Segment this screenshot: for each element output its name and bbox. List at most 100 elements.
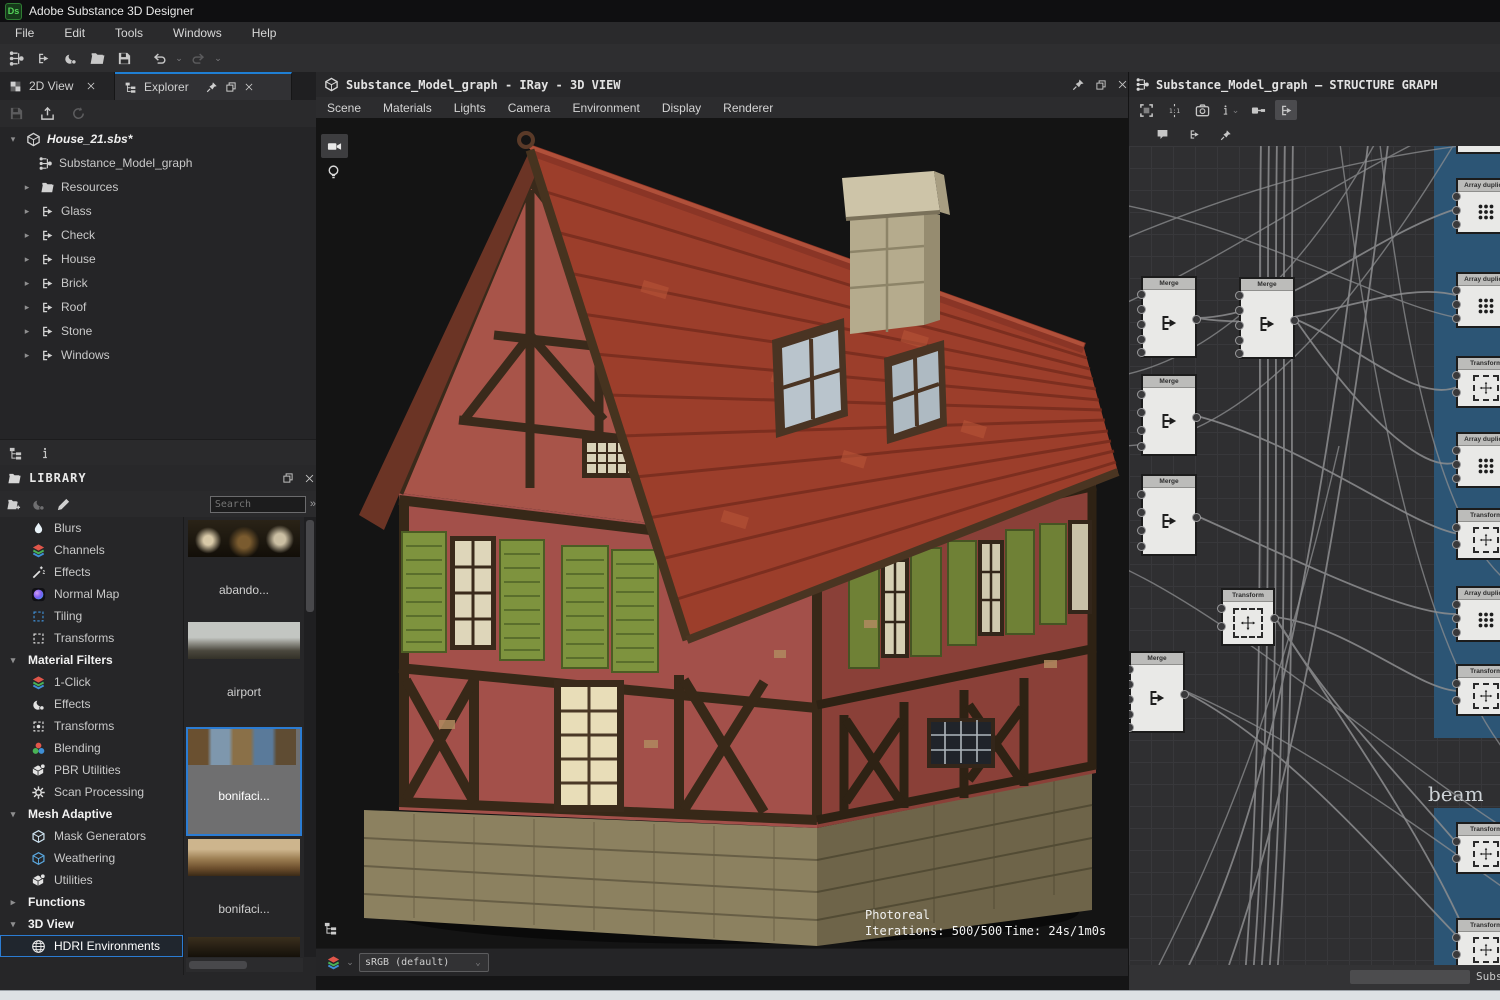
tree-view-icon[interactable]	[8, 446, 23, 461]
menu-camera[interactable]: Camera	[497, 101, 562, 115]
expand-chevron-icon[interactable]	[20, 326, 34, 337]
close-icon[interactable]	[244, 82, 254, 92]
graph-node-transform[interactable]: Transform	[1456, 918, 1500, 965]
thumbnails-vertical-scrollbar[interactable]	[304, 517, 316, 957]
scene-tree-button[interactable]	[323, 921, 338, 936]
graph-node-array[interactable]: Array duplicat	[1456, 272, 1500, 328]
graph-node-array[interactable]: Array duplicat	[1456, 432, 1500, 488]
save-all-button[interactable]	[112, 46, 137, 70]
thumbnail-abandoned[interactable]: abando...	[188, 520, 300, 597]
menu-environment[interactable]: Environment	[561, 101, 650, 115]
menu-scene[interactable]: Scene	[316, 101, 372, 115]
tree-row-brick[interactable]: Brick	[0, 271, 316, 295]
new-package-button[interactable]	[58, 46, 83, 70]
menu-windows[interactable]: Windows	[158, 22, 237, 44]
tree-row-windows[interactable]: Windows	[0, 343, 316, 367]
library-item-transforms[interactable]: Transforms	[0, 627, 183, 649]
new-function-graph-button[interactable]	[31, 46, 56, 70]
menu-display[interactable]: Display	[651, 101, 712, 115]
pin-icon[interactable]	[206, 81, 218, 93]
thumbnails-horizontal-scrollbar[interactable]	[186, 958, 303, 972]
graph-node-transform[interactable]: Transform	[1456, 508, 1500, 560]
graph-node-transform[interactable]: Transform	[1456, 822, 1500, 874]
library-header-material-filters[interactable]: Material Filters	[0, 649, 183, 671]
tree-row-stone[interactable]: Stone	[0, 319, 316, 343]
expand-chevron-icon[interactable]	[20, 254, 34, 265]
filter-icon[interactable]	[31, 497, 46, 512]
expand-chevron-icon[interactable]	[20, 182, 34, 193]
search-input[interactable]	[210, 496, 306, 513]
expand-chevron-icon[interactable]	[20, 206, 34, 217]
graph-node-partial[interactable]	[1456, 146, 1500, 154]
menu-renderer[interactable]: Renderer	[712, 101, 784, 115]
thumbnail-airport[interactable]: airport	[188, 622, 300, 699]
close-icon[interactable]	[86, 81, 96, 91]
menu-lights[interactable]: Lights	[443, 101, 497, 115]
close-icon[interactable]	[304, 473, 315, 484]
collapse-chevron-icon[interactable]	[6, 134, 20, 145]
restore-icon[interactable]	[282, 472, 294, 484]
screenshot-button[interactable]	[1191, 100, 1213, 120]
graph-node-array[interactable]: Array duplicat	[1456, 178, 1500, 234]
library-item-normal-map[interactable]: Normal Map	[0, 583, 183, 605]
tree-row-roof[interactable]: Roof	[0, 295, 316, 319]
library-item-effects-2[interactable]: Effects	[0, 693, 183, 715]
library-header-mesh-adaptive[interactable]: Mesh Adaptive	[0, 803, 183, 825]
redo-history-caret[interactable]: ⌄	[213, 53, 223, 64]
library-item-utilities[interactable]: Utilities	[0, 869, 183, 891]
graph-node-merge[interactable]: Merge	[1239, 277, 1295, 359]
tab-explorer[interactable]: Explorer	[115, 72, 292, 100]
library-item-blurs[interactable]: Blurs	[0, 517, 183, 539]
graph-node-transform[interactable]: Transform	[1456, 356, 1500, 408]
channels-caret-icon[interactable]: ⌄	[345, 957, 355, 968]
info-icon[interactable]	[39, 446, 51, 460]
fit-view-button[interactable]	[1135, 100, 1157, 120]
restore-icon[interactable]	[1095, 79, 1107, 91]
library-item-hdri-environments[interactable]: HDRI Environments	[0, 935, 183, 957]
graph-node-transform[interactable]: Transform	[1221, 588, 1275, 646]
light-bulb-button[interactable]	[325, 164, 342, 181]
3d-viewport[interactable]: Photoreal Iterations: 500/500 Time: 24s/…	[316, 118, 1128, 948]
edit-pencil-icon[interactable]	[56, 497, 71, 512]
graph-node-merge[interactable]: Merge	[1141, 474, 1197, 556]
new-substance-graph-button[interactable]	[4, 46, 29, 70]
tree-row-resources[interactable]: Resources	[0, 175, 316, 199]
library-item-channels[interactable]: Channels	[0, 539, 183, 561]
menu-tools[interactable]: Tools	[100, 22, 158, 44]
new-library-folder-icon[interactable]	[6, 497, 21, 512]
camera-view-button[interactable]	[321, 134, 348, 158]
save-button[interactable]	[4, 102, 29, 126]
tree-row-house[interactable]: House	[0, 247, 316, 271]
colorspace-select[interactable]: sRGB (default) ⌄	[359, 953, 489, 972]
expand-chevron-icon[interactable]	[20, 230, 34, 241]
expand-chevron-icon[interactable]	[20, 302, 34, 313]
library-item-transforms-2[interactable]: Transforms	[0, 715, 183, 737]
reload-button[interactable]	[66, 102, 91, 126]
library-item-mask-generators[interactable]: Mask Generators	[0, 825, 183, 847]
undo-history-caret[interactable]: ⌄	[174, 53, 184, 64]
library-item-blending[interactable]: Blending	[0, 737, 183, 759]
library-item-pbr-utilities[interactable]: PBR Utilities	[0, 759, 183, 781]
pin-icon[interactable]	[1072, 78, 1085, 91]
graph-node-transform[interactable]: Transform	[1456, 664, 1500, 716]
library-header-functions[interactable]: Functions	[0, 891, 183, 913]
split-view-button[interactable]	[1183, 125, 1205, 145]
redo-button[interactable]	[186, 46, 211, 70]
graph-node-merge[interactable]: Merge	[1141, 276, 1197, 358]
restore-icon[interactable]	[225, 81, 237, 93]
export-button[interactable]	[35, 102, 60, 126]
expand-chevron-icon[interactable]	[20, 350, 34, 361]
menu-file[interactable]: File	[0, 22, 49, 44]
undo-button[interactable]	[147, 46, 172, 70]
menu-edit[interactable]: Edit	[49, 22, 100, 44]
graph-node-merge[interactable]: Merge	[1141, 374, 1197, 456]
tree-row-check[interactable]: Check	[0, 223, 316, 247]
library-header-3d-view[interactable]: 3D View	[0, 913, 183, 935]
color-channels-icon[interactable]	[326, 955, 341, 970]
graph-node-array[interactable]: Array duplicat	[1456, 586, 1500, 642]
library-item-scan-processing[interactable]: Scan Processing	[0, 781, 183, 803]
link-nodes-button[interactable]	[1247, 100, 1269, 120]
library-item-effects[interactable]: Effects	[0, 561, 183, 583]
thumbnail-bonifacio-2[interactable]: bonifaci...	[188, 839, 300, 916]
tree-row-package[interactable]: House_21.sbs*	[0, 127, 316, 151]
